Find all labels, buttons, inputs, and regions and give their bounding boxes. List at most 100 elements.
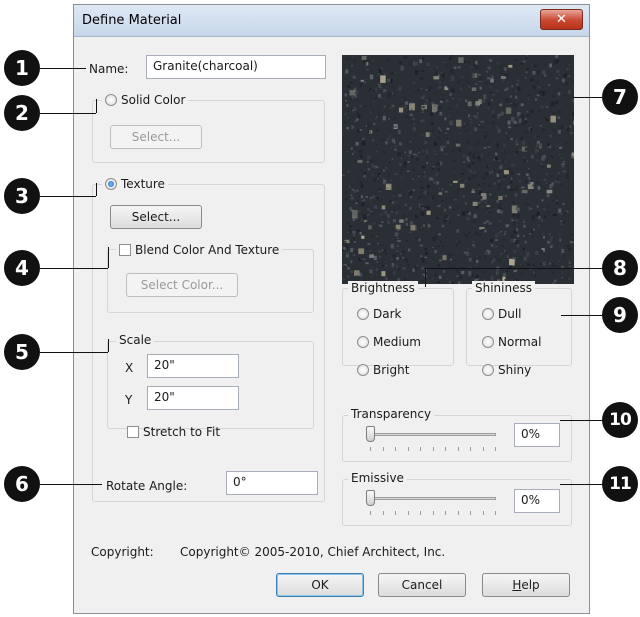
- granite-speck: [480, 196, 483, 200]
- brightness-medium-radio[interactable]: Medium: [357, 335, 421, 349]
- texture-label: Texture: [121, 177, 165, 191]
- granite-speck: [514, 193, 518, 197]
- granite-speck: [411, 108, 413, 110]
- granite-speck: [512, 214, 515, 217]
- granite-speck: [368, 225, 372, 230]
- granite-speck: [494, 141, 496, 143]
- granite-speck: [421, 258, 425, 263]
- rotate-angle-label: Rotate Angle:: [106, 479, 188, 493]
- transparency-input[interactable]: 0%: [514, 423, 560, 447]
- close-button[interactable]: ✕: [540, 9, 583, 30]
- granite-speck: [363, 174, 366, 178]
- transparency-slider-thumb[interactable]: [366, 426, 375, 442]
- granite-speck: [527, 263, 531, 266]
- solid-color-radio[interactable]: Solid Color: [102, 93, 189, 107]
- granite-speck: [457, 214, 460, 216]
- granite-speck: [423, 171, 425, 173]
- texture-radio[interactable]: Texture: [102, 177, 168, 191]
- granite-speck: [390, 179, 393, 181]
- granite-speck: [567, 277, 571, 280]
- granite-speck: [461, 211, 466, 216]
- help-button[interactable]: Help: [482, 573, 570, 597]
- slider-tick: [495, 447, 496, 451]
- granite-speck: [496, 173, 499, 177]
- granite-speck: [515, 143, 519, 146]
- callout-10: 10: [602, 402, 638, 438]
- granite-speck: [441, 200, 444, 202]
- granite-speck: [407, 170, 410, 172]
- granite-speck: [386, 175, 388, 177]
- granite-speck: [467, 195, 468, 196]
- granite-speck: [541, 166, 544, 169]
- granite-speck: [415, 162, 417, 165]
- transparency-slider-track[interactable]: [370, 433, 496, 436]
- granite-speck: [524, 118, 527, 121]
- granite-speck: [386, 187, 388, 188]
- granite-speck: [471, 149, 474, 151]
- granite-speck: [478, 77, 482, 82]
- granite-speck: [561, 165, 565, 168]
- shininess-dull-radio[interactable]: Dull: [482, 307, 522, 321]
- granite-speck: [373, 97, 377, 99]
- cancel-button[interactable]: Cancel: [378, 573, 466, 597]
- granite-speck: [561, 215, 564, 217]
- granite-speck: [459, 87, 462, 91]
- granite-speck: [553, 148, 555, 151]
- granite-speck: [503, 175, 507, 179]
- brightness-dark-radio[interactable]: Dark: [357, 307, 401, 321]
- granite-speck: [352, 55, 354, 57]
- granite-speck: [370, 70, 372, 73]
- granite-speck: [377, 178, 379, 180]
- granite-speck: [500, 111, 504, 116]
- ok-button[interactable]: OK: [276, 573, 364, 597]
- blend-checkbox[interactable]: Blend Color And Texture: [116, 243, 283, 257]
- granite-speck: [354, 151, 356, 153]
- granite-speck: [409, 206, 412, 210]
- shininess-normal-radio[interactable]: Normal: [482, 335, 541, 349]
- granite-speck: [523, 256, 527, 261]
- name-input[interactable]: Granite(charcoal): [146, 55, 326, 79]
- granite-speck: [566, 210, 569, 213]
- granite-speck: [380, 213, 383, 216]
- granite-speck: [347, 221, 349, 225]
- shininess-shiny-radio[interactable]: Shiny: [482, 363, 531, 377]
- granite-speck: [395, 212, 397, 214]
- granite-speck: [347, 267, 351, 270]
- granite-speck: [349, 82, 353, 84]
- granite-speck: [521, 271, 524, 275]
- texture-select-button[interactable]: Select...: [110, 205, 202, 229]
- scale-y-input[interactable]: 20": [147, 386, 239, 410]
- granite-speck: [446, 138, 448, 140]
- granite-speck: [526, 110, 528, 113]
- emissive-input[interactable]: 0%: [514, 489, 560, 513]
- granite-speck: [373, 179, 375, 181]
- granite-speck: [459, 276, 462, 279]
- stretch-to-fit-checkbox[interactable]: Stretch to Fit: [127, 425, 220, 439]
- granite-speck: [558, 147, 562, 149]
- granite-speck: [438, 118, 440, 120]
- rotate-angle-input[interactable]: 0°: [226, 471, 318, 495]
- granite-speck: [518, 107, 520, 109]
- callout-3-leader-vertical: [96, 183, 97, 196]
- granite-speck: [372, 174, 375, 176]
- granite-speck: [479, 200, 482, 202]
- select-color-button[interactable]: Select Color...: [126, 273, 238, 297]
- granite-speck: [537, 86, 541, 89]
- granite-speck: [426, 162, 428, 164]
- brightness-bright-radio[interactable]: Bright: [357, 363, 409, 377]
- solid-color-select-button[interactable]: Select...: [110, 125, 202, 149]
- shininess-dull-label: Dull: [498, 307, 522, 321]
- emissive-slider-track[interactable]: [370, 497, 496, 500]
- granite-speck: [550, 245, 553, 248]
- slider-tick: [408, 511, 409, 515]
- granite-speck: [422, 146, 425, 148]
- granite-speck: [351, 184, 353, 187]
- granite-speck: [475, 171, 478, 174]
- granite-speck: [474, 83, 477, 85]
- emissive-slider-thumb[interactable]: [366, 490, 375, 506]
- granite-speck: [487, 146, 491, 148]
- granite-speck: [423, 157, 425, 158]
- scale-x-input[interactable]: 20": [147, 354, 239, 378]
- granite-speck: [429, 177, 433, 181]
- granite-speck: [468, 232, 471, 234]
